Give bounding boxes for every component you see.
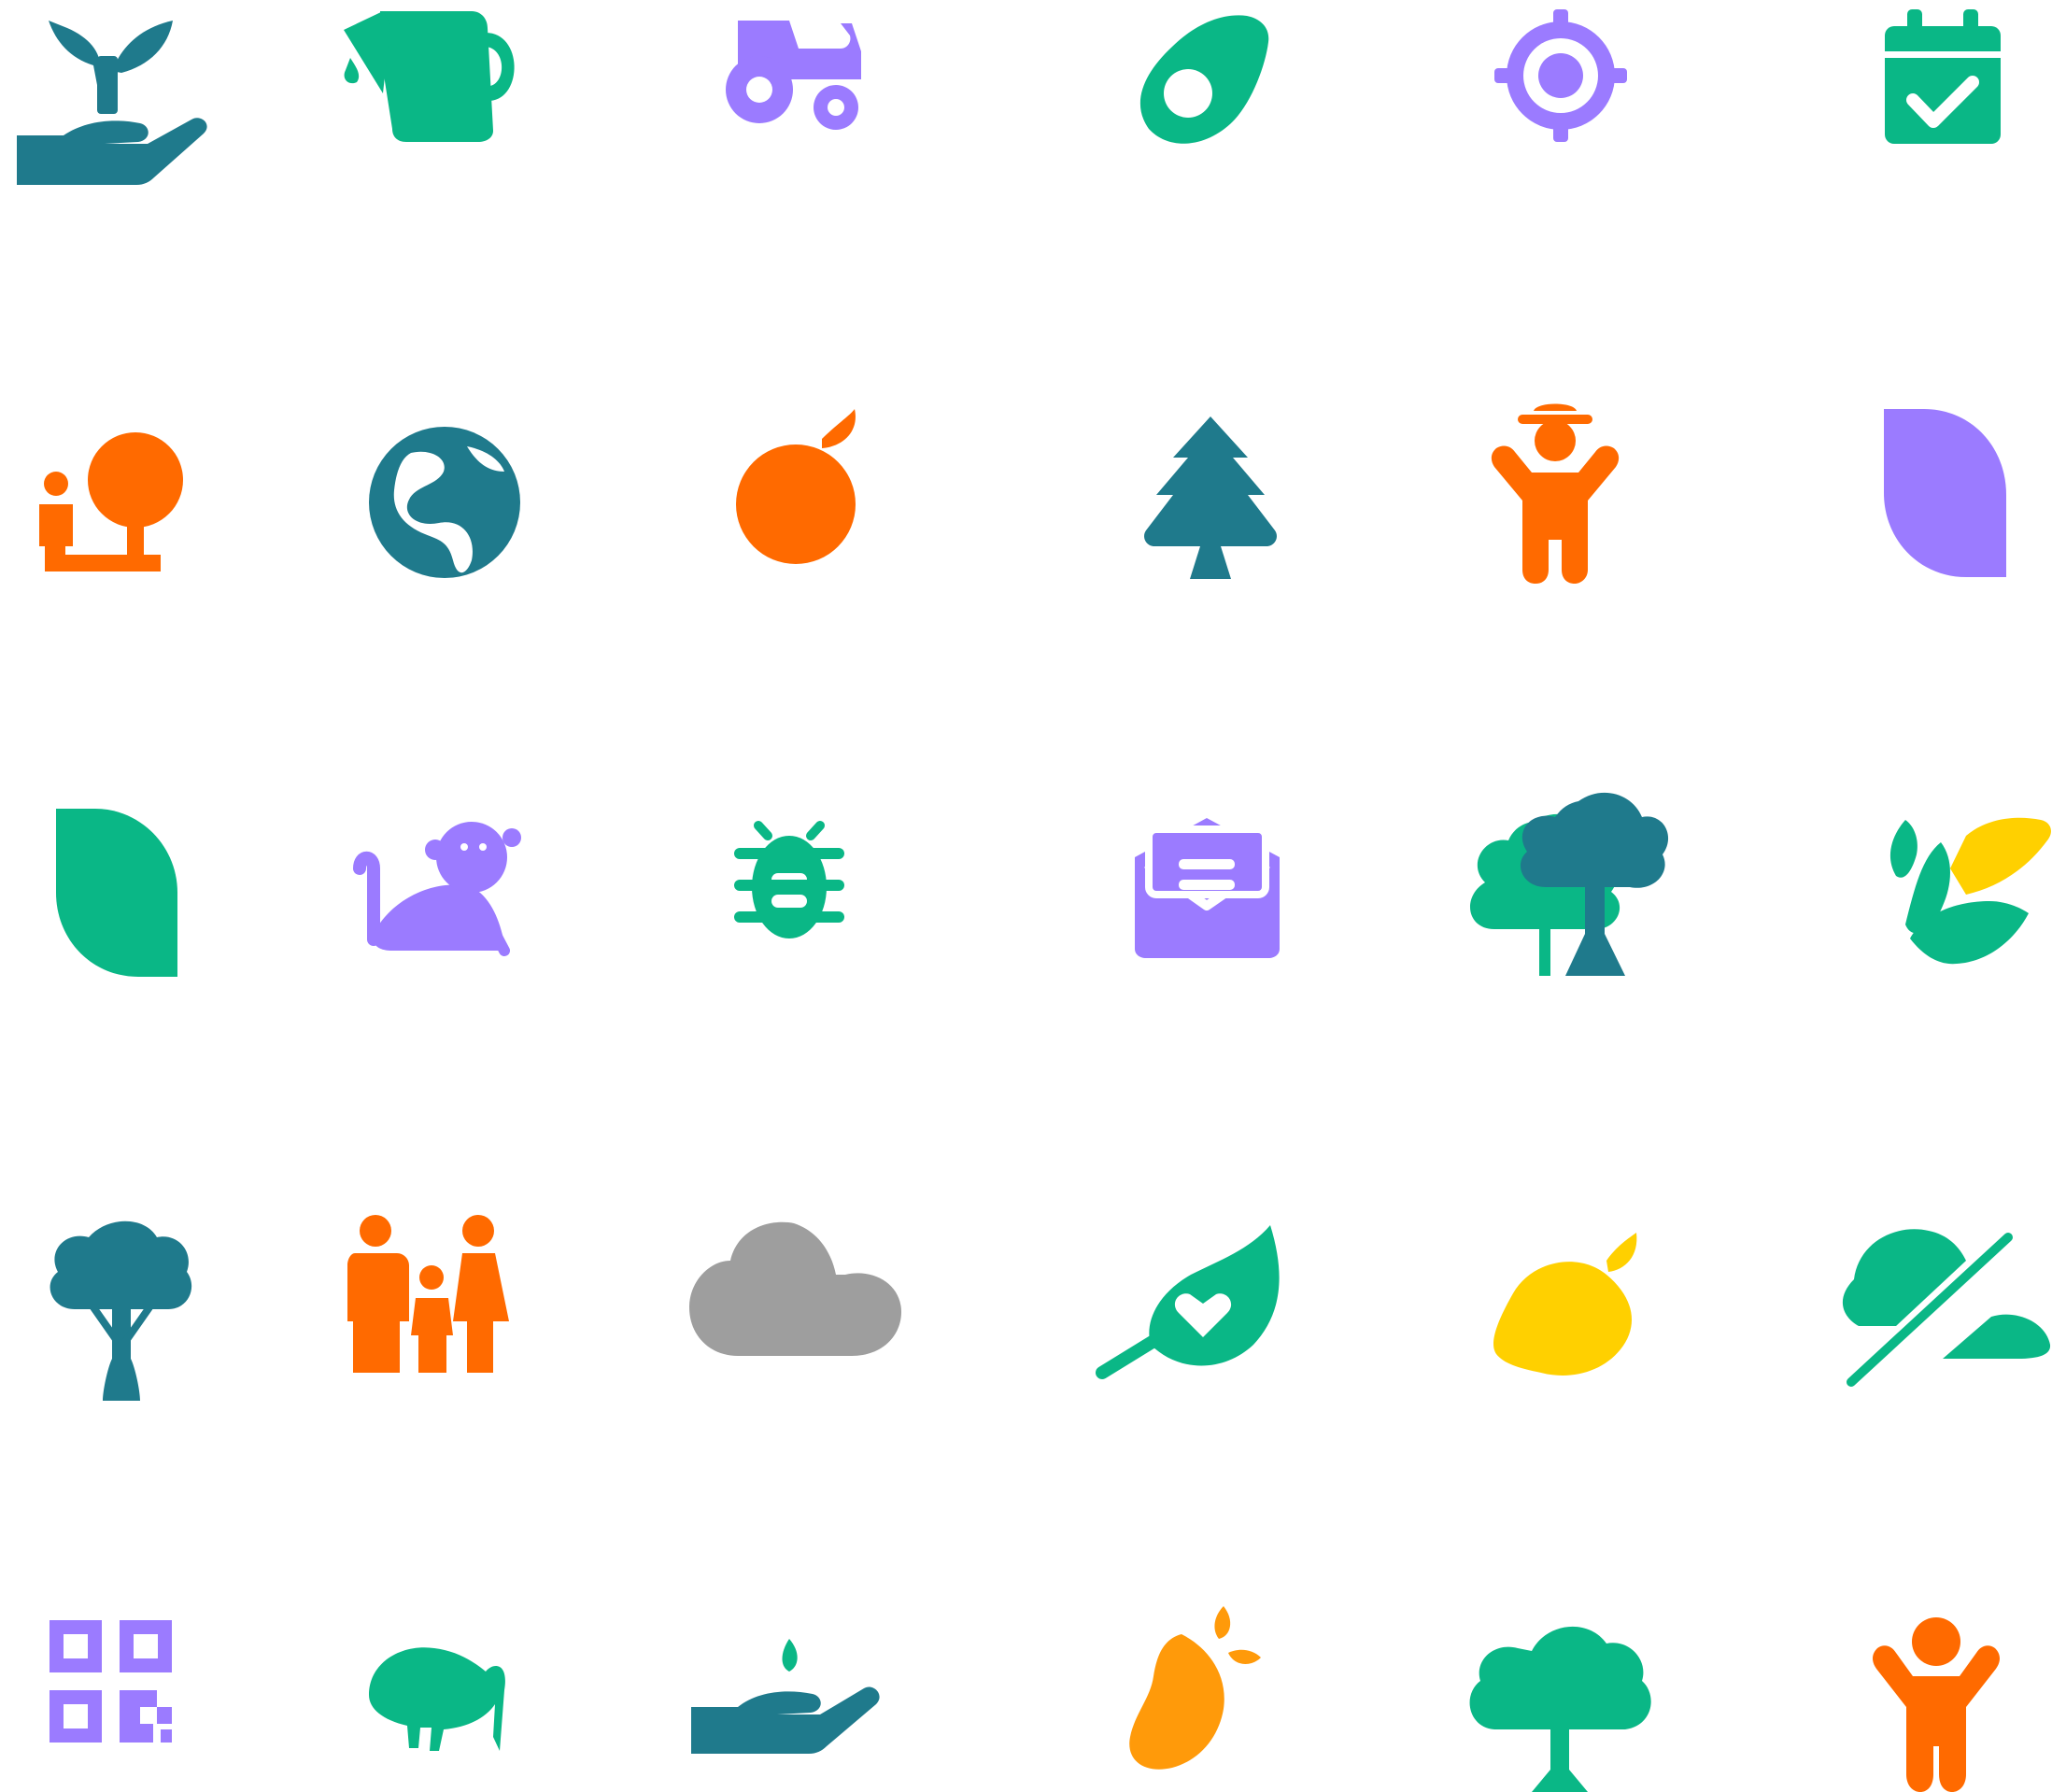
bug-icon bbox=[734, 821, 844, 938]
envelope-open-text-icon bbox=[1135, 818, 1280, 958]
pine-tree-icon bbox=[1144, 416, 1277, 579]
watering-can-icon bbox=[344, 11, 515, 142]
person-with-tree-icon bbox=[39, 432, 183, 571]
tractor-icon bbox=[726, 21, 861, 130]
round-tree-icon bbox=[1469, 1626, 1651, 1792]
lemon-icon bbox=[1493, 1233, 1637, 1376]
monkey-icon bbox=[353, 822, 521, 956]
orange-fruit-icon bbox=[736, 409, 856, 564]
leaf-purple-icon bbox=[1884, 409, 2006, 577]
corn-icon bbox=[1889, 817, 2051, 965]
family-icon bbox=[347, 1215, 509, 1373]
calendar-check-icon bbox=[1885, 9, 2001, 144]
cloud-icon bbox=[689, 1221, 901, 1356]
leaf-green-icon bbox=[56, 809, 177, 977]
qrcode-icon bbox=[50, 1620, 172, 1743]
hand-holding-seed-icon bbox=[691, 1639, 880, 1754]
globe-icon bbox=[369, 427, 520, 578]
cloud-slash-icon bbox=[1842, 1229, 2051, 1387]
trees-icon bbox=[1469, 792, 1669, 976]
crosshair-icon bbox=[1494, 9, 1627, 142]
seedling-in-hand-icon bbox=[17, 21, 207, 185]
mango-icon bbox=[1129, 1606, 1261, 1770]
kiwi-bird-icon bbox=[369, 1647, 505, 1751]
avocado-icon bbox=[1139, 15, 1269, 144]
child-arms-up-icon bbox=[1873, 1617, 2000, 1792]
leaf-heart-icon bbox=[1096, 1225, 1280, 1379]
icon-grid bbox=[17, 9, 2051, 1792]
farmer-icon bbox=[1491, 403, 1620, 584]
tree-icon bbox=[50, 1221, 192, 1401]
